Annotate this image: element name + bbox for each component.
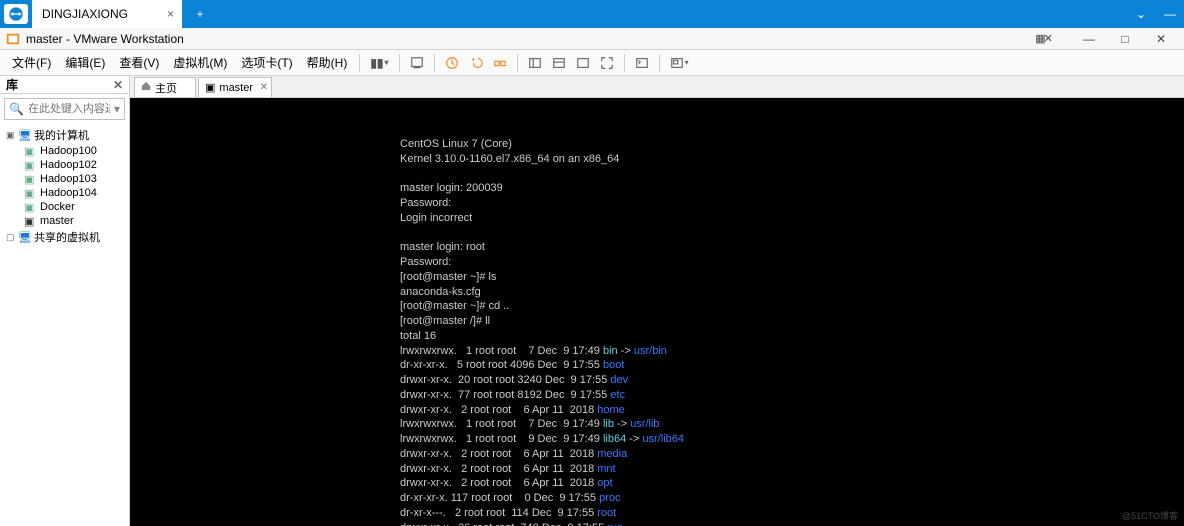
- session-tab[interactable]: DINGJIAXIONG ×: [32, 0, 182, 28]
- vm-icon: ▣: [24, 187, 36, 199]
- search-icon: 🔍: [9, 102, 24, 116]
- home-icon: [141, 81, 151, 94]
- tree-item-hadoop102[interactable]: ▣Hadoop102: [0, 158, 129, 172]
- menu-bar: 文件(F) 编辑(E) 查看(V) 虚拟机(M) 选项卡(T) 帮助(H) ▮▮…: [0, 50, 1184, 76]
- vm-icon: ▣: [24, 201, 36, 213]
- menu-view[interactable]: 查看(V): [113, 51, 165, 74]
- teamviewer-bar: DINGJIAXIONG × + ⌄ —: [0, 0, 1184, 28]
- console-icon[interactable]: [631, 54, 653, 72]
- vmware-title-bar: master - VMware Workstation ▦✕ — □ ✕: [0, 28, 1184, 50]
- snapshot-manager-icon[interactable]: [489, 54, 511, 72]
- tree-item-hadoop104[interactable]: ▣Hadoop104: [0, 186, 129, 200]
- shared-icon: 🖥: [18, 231, 30, 243]
- close-tab-icon[interactable]: ✕: [260, 82, 268, 93]
- clock-icon[interactable]: [441, 54, 463, 72]
- close-panel-icon[interactable]: ✕: [113, 78, 123, 92]
- new-tab-button[interactable]: +: [188, 0, 212, 28]
- snapshot-icon[interactable]: [406, 54, 428, 72]
- workspace: 库 ✕ 🔍 ▾ ▣🖥我的计算机 ▣Hadoop100 ▣Hadoop102 ▣H…: [0, 76, 1184, 526]
- session-tab-title: DINGJIAXIONG: [42, 7, 128, 21]
- vm-icon: ▣: [24, 145, 36, 157]
- tab-master[interactable]: ▣ master ✕: [198, 77, 272, 97]
- window-maximize-button[interactable]: □: [1108, 32, 1142, 46]
- library-tree: ▣🖥我的计算机 ▣Hadoop100 ▣Hadoop102 ▣Hadoop103…: [0, 124, 129, 248]
- tree-item-hadoop100[interactable]: ▣Hadoop100: [0, 144, 129, 158]
- vm-running-icon: ▣: [24, 215, 36, 227]
- menu-edit[interactable]: 编辑(E): [59, 51, 111, 74]
- window-minimize-button[interactable]: —: [1072, 32, 1106, 46]
- menu-tabs[interactable]: 选项卡(T): [235, 51, 298, 74]
- library-label: 库: [6, 76, 18, 93]
- search-input[interactable]: [28, 103, 110, 115]
- vm-icon: ▣: [24, 173, 36, 185]
- computer-icon: 🖥: [18, 129, 30, 141]
- vm-tab-icon: ▣: [205, 81, 215, 94]
- thumb-grid-icon[interactable]: ▦✕: [1026, 32, 1060, 46]
- library-sidebar: 库 ✕ 🔍 ▾ ▣🖥我的计算机 ▣Hadoop100 ▣Hadoop102 ▣H…: [0, 76, 130, 526]
- menu-vm[interactable]: 虚拟机(M): [167, 51, 233, 74]
- menu-file[interactable]: 文件(F): [6, 51, 57, 74]
- vmware-window-title: master - VMware Workstation: [26, 32, 184, 46]
- tree-item-hadoop103[interactable]: ▣Hadoop103: [0, 172, 129, 186]
- layout-2-icon[interactable]: [548, 54, 570, 72]
- tree-item-master[interactable]: ▣master: [0, 214, 129, 228]
- unity-icon[interactable]: ▾: [666, 54, 693, 72]
- dropdown-icon[interactable]: ⌄: [1136, 7, 1146, 21]
- vmware-app-icon: [6, 32, 20, 46]
- watermark: @51CTO博客: [1122, 509, 1178, 522]
- close-tab-icon[interactable]: ×: [167, 7, 174, 21]
- tab-home[interactable]: 主页: [134, 77, 196, 97]
- library-search[interactable]: 🔍 ▾: [4, 98, 125, 120]
- revert-icon[interactable]: [465, 54, 487, 72]
- menu-help[interactable]: 帮助(H): [301, 51, 354, 74]
- power-pause-button[interactable]: ▮▮▾: [366, 54, 392, 72]
- library-header: 库 ✕: [0, 76, 129, 94]
- tree-my-computer[interactable]: ▣🖥我的计算机: [0, 126, 129, 144]
- layout-1-icon[interactable]: [524, 54, 546, 72]
- vm-terminal[interactable]: CentOS Linux 7 (Core) Kernel 3.10.0-1160…: [130, 98, 1184, 526]
- window-close-button[interactable]: ✕: [1144, 32, 1178, 46]
- content-tab-bar: 主页 ▣ master ✕: [130, 76, 1184, 98]
- content-area: 主页 ▣ master ✕ CentOS Linux 7 (Core) Kern…: [130, 76, 1184, 526]
- search-dropdown-icon[interactable]: ▾: [114, 102, 120, 116]
- minimize-remote-icon[interactable]: —: [1164, 7, 1176, 21]
- tree-shared-vms[interactable]: ▢🖥共享的虚拟机: [0, 228, 129, 246]
- vm-icon: ▣: [24, 159, 36, 171]
- teamviewer-logo-icon: [4, 4, 28, 24]
- layout-3-icon[interactable]: [572, 54, 594, 72]
- tree-item-docker[interactable]: ▣Docker: [0, 200, 129, 214]
- fullscreen-icon[interactable]: [596, 54, 618, 72]
